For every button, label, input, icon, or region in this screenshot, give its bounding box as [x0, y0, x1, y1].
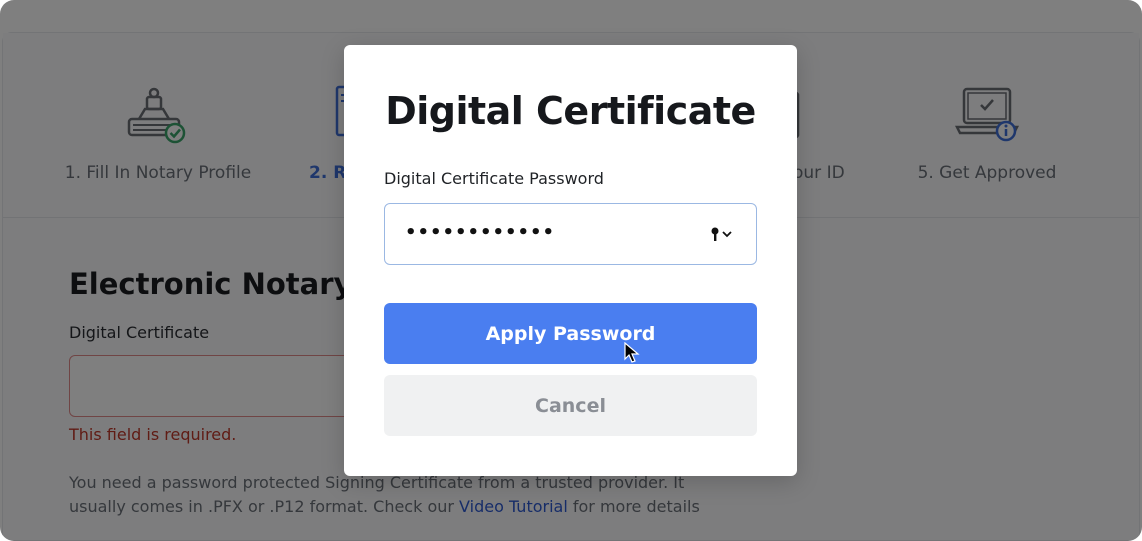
certificate-password-input[interactable]: •••••••••••• [384, 203, 757, 265]
key-icon[interactable] [710, 226, 734, 242]
cancel-button[interactable]: Cancel [384, 375, 757, 436]
apply-password-button[interactable]: Apply Password [384, 303, 757, 364]
password-value: •••••••••••• [405, 222, 556, 243]
password-label: Digital Certificate Password [384, 169, 604, 188]
digital-certificate-dialog: Digital Certificate Digital Certificate … [344, 45, 797, 476]
mouse-cursor-icon [624, 341, 640, 364]
app-window: 1. Fill In Notary Profile 2. RO [0, 0, 1142, 541]
dialog-title: Digital Certificate [385, 89, 756, 133]
